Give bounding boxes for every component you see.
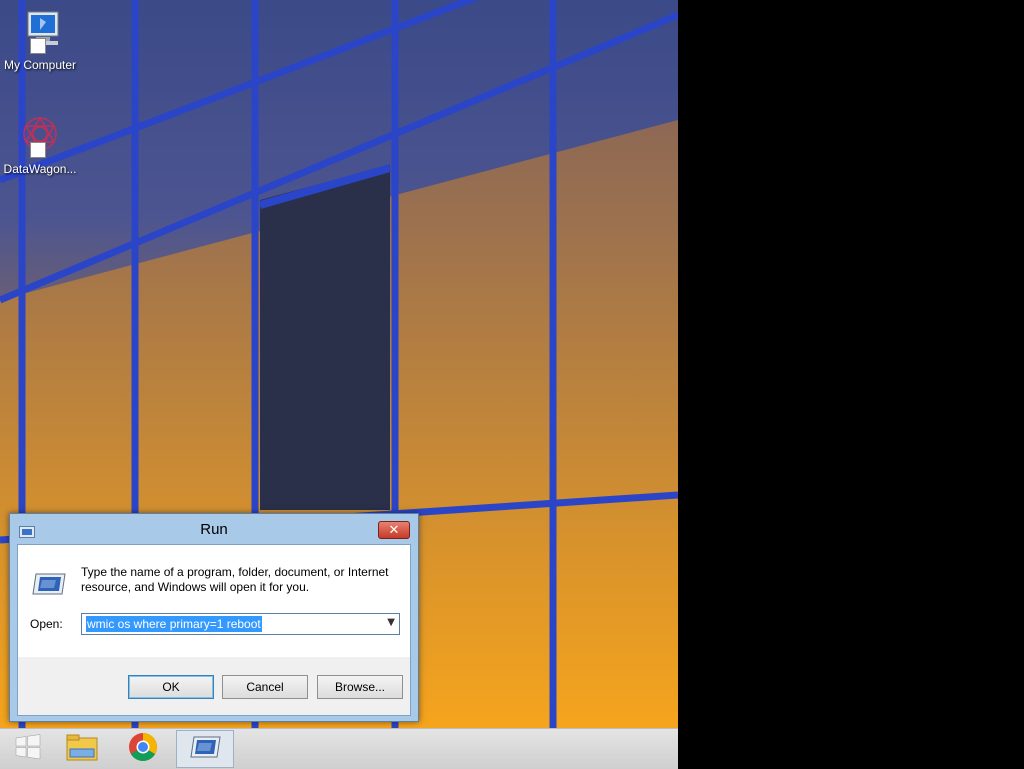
run-description: Type the name of a program, folder, docu…: [81, 565, 389, 594]
run-program-icon: [32, 572, 66, 600]
open-label: Open:: [30, 617, 63, 631]
run-dialog-title: Run: [200, 521, 228, 538]
file-explorer-button[interactable]: [54, 730, 110, 768]
open-combobox[interactable]: wmic os where primary=1 reboot ▼: [81, 613, 400, 635]
desktop-icon-label: My Computer: [3, 58, 77, 72]
run-dialog: Run ✕ Type the name of a program, folder…: [9, 513, 419, 722]
datawagon-icon: [16, 112, 64, 160]
file-explorer-icon: [66, 733, 98, 765]
open-input-value[interactable]: wmic os where primary=1 reboot: [86, 616, 262, 632]
desktop-icon-datawagon[interactable]: DataWagon...: [0, 112, 80, 176]
run-taskbar-button[interactable]: [176, 730, 234, 768]
run-dialog-content: [18, 545, 410, 657]
windows-start-icon: [15, 734, 41, 764]
run-dialog-body: Type the name of a program, folder, docu…: [17, 544, 411, 716]
cancel-button[interactable]: Cancel: [222, 675, 308, 699]
computer-icon: [16, 8, 64, 56]
close-button[interactable]: ✕: [378, 521, 410, 539]
start-button[interactable]: [0, 730, 56, 768]
chevron-down-icon[interactable]: ▼: [387, 617, 395, 628]
ok-button[interactable]: OK: [128, 675, 214, 699]
run-app-icon: [189, 736, 221, 762]
chrome-icon: [128, 732, 158, 766]
chrome-button[interactable]: [115, 730, 171, 768]
desktop-icon-my-computer[interactable]: My Computer: [0, 8, 80, 72]
browse-button[interactable]: Browse...: [317, 675, 403, 699]
desktop-icon-label: DataWagon...: [3, 162, 77, 176]
taskbar: [0, 728, 678, 769]
